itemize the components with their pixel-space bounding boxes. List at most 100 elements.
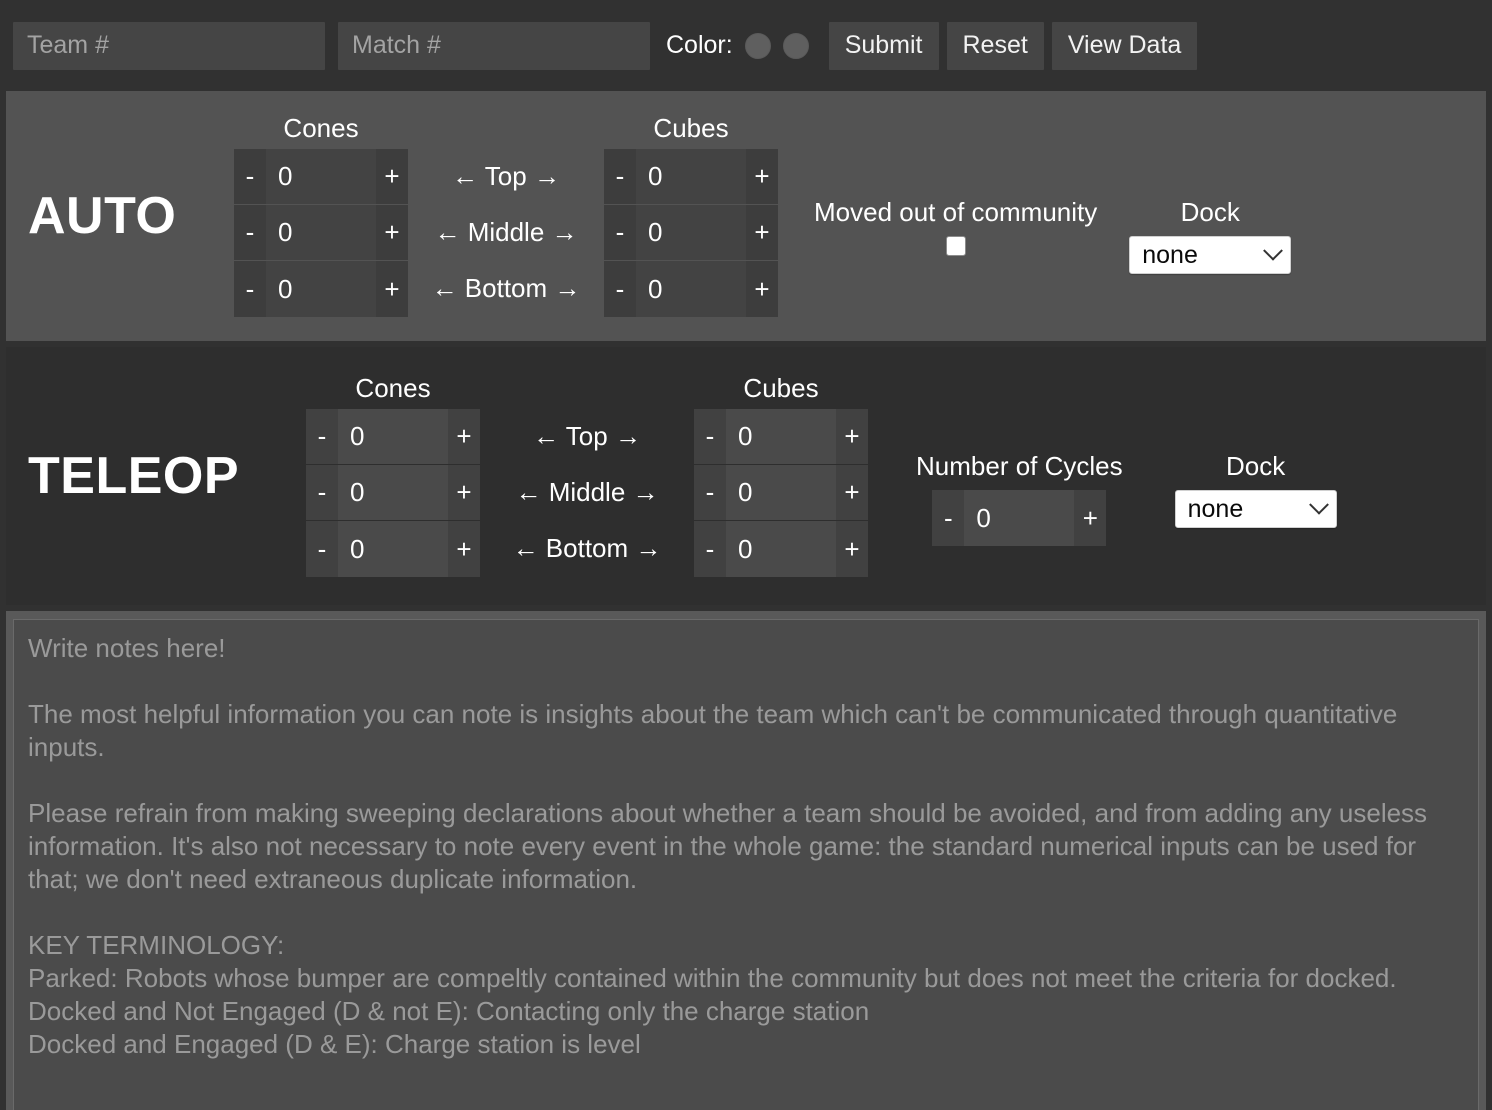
number-of-cycles-group: Number of Cycles - 0 +	[916, 452, 1123, 547]
auto-cones-bottom-minus-button[interactable]: -	[234, 261, 266, 317]
number-of-cycles-label: Number of Cycles	[916, 450, 1123, 481]
teleop-cubes-top-stepper: - 0 +	[694, 409, 868, 465]
auto-cones-middle-plus-button[interactable]: +	[376, 205, 408, 260]
teleop-cones-bottom-plus-button[interactable]: +	[448, 521, 480, 577]
auto-cubes-middle-minus-button[interactable]: -	[604, 205, 636, 260]
teleop-cones-bottom-stepper: - 0 +	[306, 521, 480, 577]
auto-cones-header: Cones	[283, 113, 359, 143]
teleop-cycles-minus-button[interactable]: -	[932, 490, 965, 547]
auto-section: AUTO Cones - 0 + - 0 + - 0 + ← Top → ← M…	[6, 91, 1486, 341]
teleop-cones-middle-plus-button[interactable]: +	[448, 465, 480, 520]
teleop-row-label-top: ← Top →	[533, 421, 641, 451]
teleop-dock-group: Dock none	[1174, 450, 1337, 529]
teleop-cones-column: Cones - 0 + - 0 + - 0 +	[306, 375, 480, 577]
teleop-dock-selected-value: none	[1187, 494, 1244, 523]
submit-button[interactable]: Submit	[828, 21, 939, 70]
auto-dock-group: Dock none	[1129, 196, 1292, 275]
team-number-input[interactable]	[13, 21, 325, 70]
teleop-row-labels-column: ← Top → ← Middle → ← Bottom →	[480, 375, 694, 577]
auto-cubes-bottom-value[interactable]: 0	[636, 261, 746, 317]
auto-cubes-middle-stepper: - 0 +	[604, 205, 778, 261]
teleop-cubes-bottom-stepper: - 0 +	[694, 521, 868, 577]
teleop-cubes-middle-minus-button[interactable]: -	[694, 465, 726, 520]
auto-cubes-top-stepper: - 0 +	[604, 149, 778, 205]
teleop-cubes-top-plus-button[interactable]: +	[836, 409, 868, 464]
auto-cones-middle-minus-button[interactable]: -	[234, 205, 266, 260]
auto-cones-column: Cones - 0 + - 0 + - 0 +	[234, 115, 408, 317]
color-label: Color:	[666, 31, 733, 59]
auto-cones-bottom-plus-button[interactable]: +	[376, 261, 408, 317]
teleop-cones-top-minus-button[interactable]: -	[306, 409, 338, 464]
teleop-dock-label: Dock	[1226, 450, 1286, 481]
auto-cones-top-plus-button[interactable]: +	[376, 149, 408, 204]
teleop-cycles-value[interactable]: 0	[964, 490, 1075, 547]
teleop-cones-middle-minus-button[interactable]: -	[306, 465, 338, 520]
moved-out-of-community-group: Moved out of community	[814, 198, 1097, 257]
auto-cubes-header: Cubes	[653, 113, 729, 143]
auto-cubes-top-value[interactable]: 0	[636, 149, 746, 204]
teleop-cycles-stepper: - 0 +	[932, 490, 1107, 547]
teleop-cubes-bottom-minus-button[interactable]: -	[694, 521, 726, 577]
teleop-section: TELEOP Cones - 0 + - 0 + - 0 + ← Top → ←…	[6, 347, 1486, 605]
teleop-row-label-bottom: ← Bottom →	[512, 533, 662, 563]
teleop-cubes-middle-stepper: - 0 +	[694, 465, 868, 521]
teleop-cones-top-value[interactable]: 0	[338, 409, 448, 464]
auto-cones-top-minus-button[interactable]: -	[234, 149, 266, 204]
auto-cubes-column: Cubes - 0 + - 0 + - 0 +	[604, 115, 778, 317]
match-number-input[interactable]	[338, 21, 650, 70]
auto-row-labels-column: ← Top → ← Middle → ← Bottom →	[408, 115, 604, 317]
auto-extras: Moved out of community Dock none	[814, 196, 1292, 275]
auto-row-label-middle: ← Middle →	[434, 217, 578, 247]
auto-cubes-middle-value[interactable]: 0	[636, 205, 746, 260]
teleop-cycles-plus-button[interactable]: +	[1074, 490, 1107, 547]
teleop-cones-middle-value[interactable]: 0	[338, 465, 448, 520]
notes-container	[6, 611, 1486, 1110]
color-radio-red[interactable]	[744, 32, 771, 59]
auto-cones-top-value[interactable]: 0	[266, 149, 376, 204]
teleop-cubes-top-value[interactable]: 0	[726, 409, 836, 464]
teleop-cones-bottom-value[interactable]: 0	[338, 521, 448, 577]
auto-dock-selected-value: none	[1142, 240, 1198, 269]
teleop-cubes-middle-plus-button[interactable]: +	[836, 465, 868, 520]
notes-textarea[interactable]	[13, 619, 1479, 1110]
chevron-down-icon	[1308, 495, 1329, 515]
teleop-dock-select[interactable]: none	[1174, 490, 1337, 529]
teleop-row-label-middle: ← Middle →	[515, 477, 659, 507]
teleop-cones-top-stepper: - 0 +	[306, 409, 480, 465]
auto-cubes-middle-plus-button[interactable]: +	[746, 205, 778, 260]
auto-cones-top-stepper: - 0 +	[234, 149, 408, 205]
teleop-cubes-top-minus-button[interactable]: -	[694, 409, 726, 464]
auto-scoring-grid: Cones - 0 + - 0 + - 0 + ← Top → ← Middle…	[234, 115, 778, 317]
auto-dock-select[interactable]: none	[1129, 236, 1292, 275]
teleop-title: TELEOP	[28, 447, 240, 505]
teleop-cubes-bottom-value[interactable]: 0	[726, 521, 836, 577]
teleop-cones-top-plus-button[interactable]: +	[448, 409, 480, 464]
auto-cones-bottom-value[interactable]: 0	[266, 261, 376, 317]
top-toolbar: Color: Submit Reset View Data	[0, 0, 1492, 91]
teleop-cubes-middle-value[interactable]: 0	[726, 465, 836, 520]
auto-cones-bottom-stepper: - 0 +	[234, 261, 408, 317]
reset-button[interactable]: Reset	[946, 21, 1044, 70]
auto-row-label-bottom: ← Bottom →	[431, 273, 581, 303]
auto-dock-label: Dock	[1180, 196, 1240, 227]
teleop-scoring-grid: Cones - 0 + - 0 + - 0 + ← Top → ← Middle…	[306, 375, 868, 577]
auto-cubes-bottom-plus-button[interactable]: +	[746, 261, 778, 317]
view-data-button[interactable]: View Data	[1051, 21, 1198, 70]
color-radio-blue[interactable]	[782, 32, 809, 59]
auto-cones-middle-stepper: - 0 +	[234, 205, 408, 261]
teleop-cones-middle-stepper: - 0 +	[306, 465, 480, 521]
chevron-down-icon	[1263, 241, 1284, 261]
teleop-cubes-header: Cubes	[743, 373, 819, 403]
teleop-cubes-column: Cubes - 0 + - 0 + - 0 +	[694, 375, 868, 577]
moved-out-of-community-checkbox[interactable]	[945, 236, 966, 257]
auto-cubes-bottom-stepper: - 0 +	[604, 261, 778, 317]
auto-row-label-top: ← Top →	[452, 161, 560, 191]
auto-cones-middle-value[interactable]: 0	[266, 205, 376, 260]
auto-cubes-top-minus-button[interactable]: -	[604, 149, 636, 204]
moved-out-of-community-label: Moved out of community	[814, 196, 1098, 227]
teleop-cones-bottom-minus-button[interactable]: -	[306, 521, 338, 577]
teleop-cubes-bottom-plus-button[interactable]: +	[836, 521, 868, 577]
teleop-extras: Number of Cycles - 0 + Dock none	[916, 452, 1337, 547]
auto-cubes-top-plus-button[interactable]: +	[746, 149, 778, 204]
auto-cubes-bottom-minus-button[interactable]: -	[604, 261, 636, 317]
